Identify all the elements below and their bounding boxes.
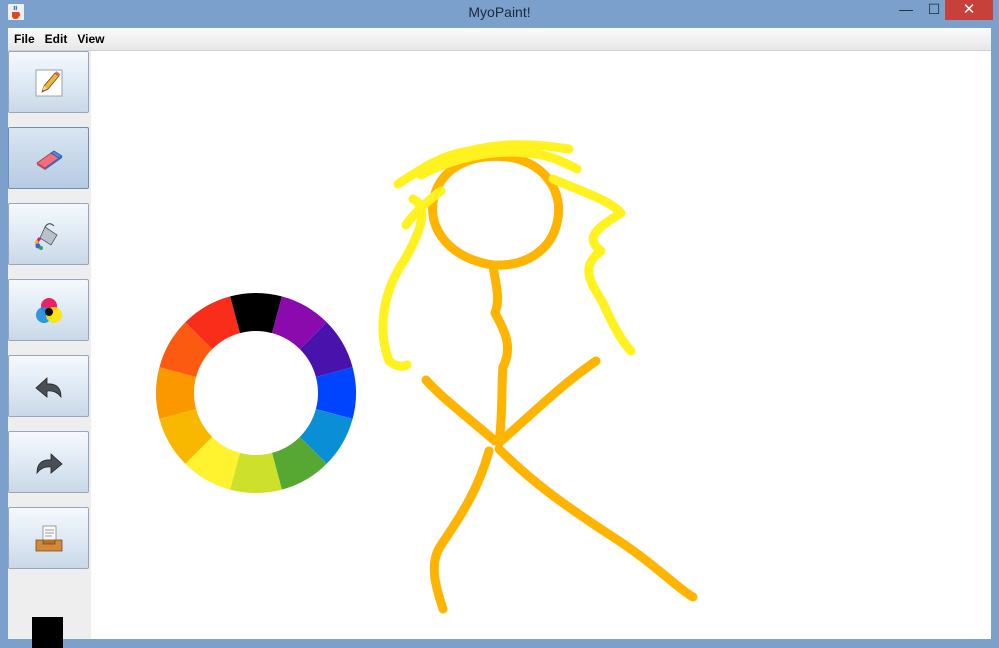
menu-bar: File Edit View <box>8 28 991 51</box>
left-arm-stroke <box>421 375 500 446</box>
undo-button[interactable] <box>8 355 89 417</box>
fill-tool-button[interactable] <box>8 203 89 265</box>
redo-button[interactable] <box>8 431 89 493</box>
document-tray-icon <box>35 525 63 552</box>
color-circles-icon <box>36 298 62 323</box>
window-title: MyoPaint! <box>468 4 531 20</box>
menu-edit[interactable]: Edit <box>41 28 72 50</box>
menu-file[interactable]: File <box>10 28 39 50</box>
save-button[interactable] <box>8 507 89 569</box>
undo-arrow-icon <box>35 377 62 399</box>
pencil-tool-button[interactable] <box>8 51 89 113</box>
left-leg-stroke <box>429 446 494 614</box>
stick-figure-drawing <box>421 151 698 614</box>
redo-arrow-icon <box>36 453 63 475</box>
head-stroke <box>428 151 563 270</box>
canvas-drawing <box>156 140 698 614</box>
minimize-button[interactable]: — <box>892 0 920 20</box>
pencil-icon <box>35 69 63 97</box>
tool-panel <box>8 51 91 648</box>
current-color-swatch[interactable] <box>32 617 63 648</box>
client-area: File Edit View <box>8 28 991 648</box>
eraser-tool-button[interactable] <box>8 127 89 189</box>
body-stroke <box>488 260 512 448</box>
eraser-icon <box>36 150 63 170</box>
paint-bucket-icon <box>34 223 58 250</box>
maximize-button[interactable]: ☐ <box>920 0 948 20</box>
color-tool-button[interactable] <box>8 279 89 341</box>
right-arm-stroke <box>496 356 601 446</box>
color-wheel[interactable] <box>156 293 356 493</box>
drawing-canvas[interactable] <box>91 51 991 639</box>
title-bar: MyoPaint! — ☐ ✕ <box>0 0 999 24</box>
right-leg-stroke <box>494 444 698 602</box>
close-button[interactable]: ✕ <box>945 0 993 20</box>
hair-right-stroke <box>548 174 636 356</box>
menu-view[interactable]: View <box>73 28 108 50</box>
